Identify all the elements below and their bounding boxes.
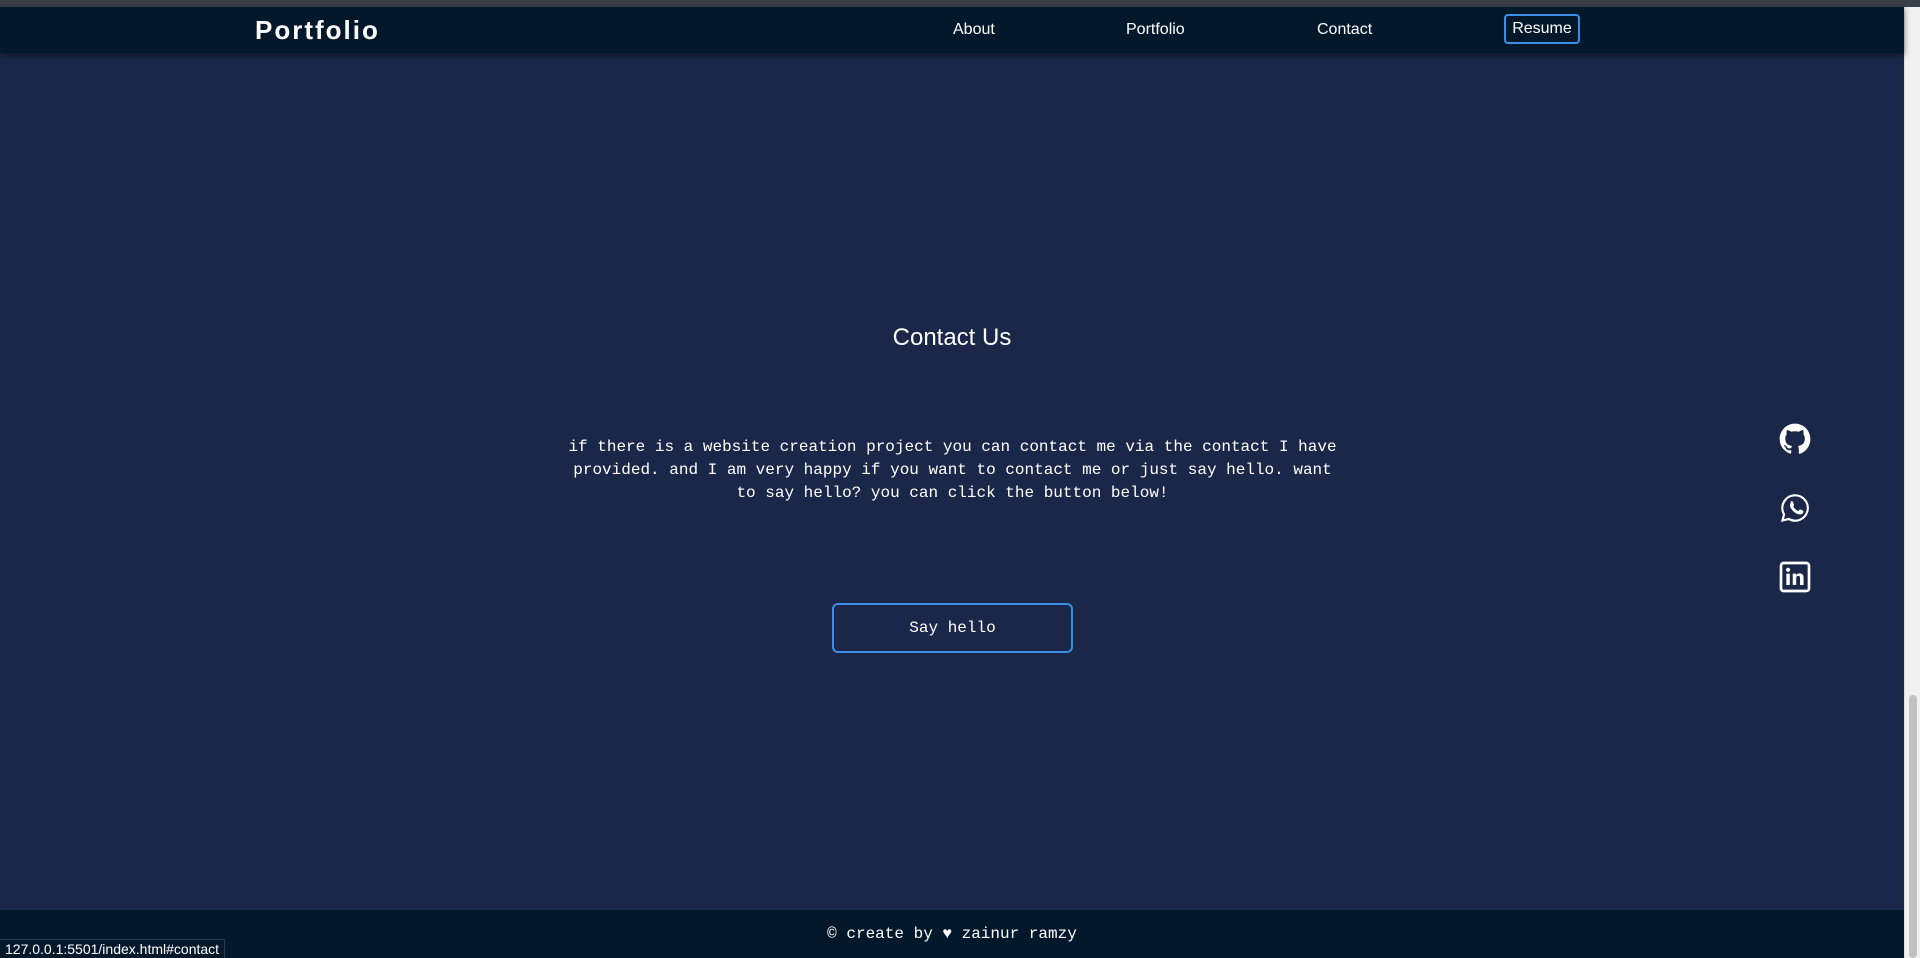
page-scrollbar[interactable] bbox=[1904, 7, 1920, 958]
footer: © create by ♥ zainur ramzy bbox=[0, 910, 1904, 958]
browser-top-strip bbox=[0, 0, 1920, 7]
page: Portfolio About Portfolio Contact Resume… bbox=[0, 0, 1920, 958]
brand-logo[interactable]: Portfolio bbox=[255, 15, 380, 45]
whatsapp-icon[interactable] bbox=[1779, 492, 1811, 524]
navbar: Portfolio About Portfolio Contact Resume bbox=[0, 7, 1904, 53]
nav-link-about[interactable]: About bbox=[953, 21, 995, 39]
contact-title: Contact Us bbox=[892, 324, 1012, 351]
say-hello-button[interactable]: Say hello bbox=[832, 603, 1073, 653]
resume-button[interactable]: Resume bbox=[1504, 14, 1580, 44]
status-bar-url: 127.0.0.1:5501/index.html#contact bbox=[0, 939, 226, 958]
nav-link-contact[interactable]: Contact bbox=[1317, 21, 1372, 39]
github-icon[interactable] bbox=[1779, 423, 1811, 455]
linkedin-icon[interactable] bbox=[1779, 561, 1811, 593]
contact-description: if there is a website creation project y… bbox=[568, 438, 1337, 502]
nav-link-portfolio[interactable]: Portfolio bbox=[1126, 21, 1185, 39]
scrollbar-thumb[interactable] bbox=[1909, 695, 1917, 958]
